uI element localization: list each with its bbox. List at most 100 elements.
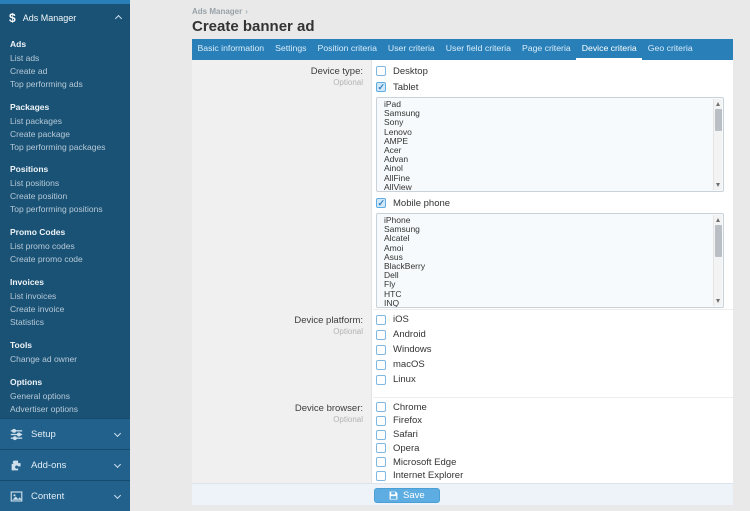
checkbox[interactable] (376, 66, 386, 76)
checkbox-option-windows[interactable]: Windows (376, 344, 727, 355)
checkbox[interactable] (376, 375, 386, 385)
sidebar-item-advertiser-options[interactable]: Advertiser options (0, 403, 130, 416)
tab-geo-criteria[interactable]: Geo criteria (642, 39, 698, 60)
sidebar-item-top-performing-packages[interactable]: Top performing packages (0, 141, 130, 154)
sidebar-nav: Ads List ads Create ad Top performing ad… (0, 31, 130, 428)
sidebar-bottom-label: Setup (31, 429, 115, 440)
list-item[interactable]: AllFine (384, 174, 709, 183)
sidebar-item-list-positions[interactable]: List positions (0, 177, 130, 190)
sidebar-item-top-performing-ads[interactable]: Top performing ads (0, 78, 130, 91)
checkbox[interactable] (376, 198, 386, 208)
list-item[interactable]: Lenovo (384, 128, 709, 137)
sidebar-header-ads-manager[interactable]: $ Ads Manager (0, 4, 130, 31)
list-item[interactable]: HTC (384, 290, 709, 299)
sidebar-item-create-invoice[interactable]: Create invoice (0, 303, 130, 316)
tab-page-criteria[interactable]: Page criteria (516, 39, 576, 60)
sidebar-item-general-options[interactable]: General options (0, 390, 130, 403)
sidebar-item-content[interactable]: Content (0, 480, 130, 511)
list-item[interactable]: Fly (384, 280, 709, 289)
list-item[interactable]: Dell (384, 271, 709, 280)
checkbox[interactable] (376, 345, 386, 355)
list-item[interactable]: AllView (384, 183, 709, 192)
sidebar-item-create-position[interactable]: Create position (0, 190, 130, 203)
sidebar-section-positions: Positions List positions Create position… (0, 162, 130, 216)
scroll-up-icon[interactable] (716, 102, 720, 106)
list-item[interactable]: Sony (384, 118, 709, 127)
save-button-label: Save (403, 490, 425, 501)
checkbox-option-ios[interactable]: iOS (376, 314, 727, 325)
scrollbar[interactable] (713, 215, 722, 306)
checkbox-option-chrome[interactable]: Chrome (376, 402, 727, 412)
checkbox[interactable] (376, 430, 386, 440)
scroll-down-icon[interactable] (716, 299, 720, 303)
breadcrumb-label[interactable]: Ads Manager (192, 7, 242, 16)
sidebar-item-change-ad-owner[interactable]: Change ad owner (0, 353, 130, 366)
checkbox[interactable] (376, 360, 386, 370)
sidebar-item-create-promo-code[interactable]: Create promo code (0, 253, 130, 266)
save-button[interactable]: Save (374, 488, 440, 503)
checkbox[interactable] (376, 443, 386, 453)
checkbox[interactable] (376, 471, 386, 481)
tablet-device-list[interactable]: iPad Samsung Sony Lenovo AMPE Acer Advan… (376, 97, 724, 192)
checkbox-option-firefox[interactable]: Firefox (376, 416, 727, 426)
sidebar-bottom-label: Add-ons (31, 460, 115, 471)
dollar-icon: $ (9, 11, 16, 25)
checkbox-option-internet-explorer[interactable]: Internet Explorer (376, 471, 727, 481)
scrollbar[interactable] (713, 99, 722, 190)
list-item[interactable]: Advan (384, 155, 709, 164)
list-item[interactable]: AMPE (384, 137, 709, 146)
sidebar-item-statistics[interactable]: Statistics (0, 316, 130, 329)
tab-device-criteria[interactable]: Device criteria (576, 39, 642, 60)
sidebar-item-top-performing-positions[interactable]: Top performing positions (0, 203, 130, 216)
sidebar-item-list-promo-codes[interactable]: List promo codes (0, 240, 130, 253)
list-item[interactable]: Acer (384, 146, 709, 155)
checkbox[interactable] (376, 402, 386, 412)
checkbox[interactable] (376, 315, 386, 325)
scrollbar-thumb[interactable] (715, 225, 722, 257)
breadcrumb[interactable]: Ads Manager› (192, 7, 248, 16)
checkbox[interactable] (376, 82, 386, 92)
sidebar-item-list-packages[interactable]: List packages (0, 115, 130, 128)
chevron-down-icon (114, 429, 121, 436)
list-item[interactable]: Samsung (384, 225, 709, 234)
checkbox-option-microsoft-edge[interactable]: Microsoft Edge (376, 457, 727, 467)
list-item[interactable]: iPad (384, 100, 709, 109)
list-item[interactable]: BlackBerry (384, 262, 709, 271)
list-item[interactable]: Amoi (384, 244, 709, 253)
list-item[interactable]: Samsung (384, 109, 709, 118)
sidebar-item-add-ons[interactable]: Add-ons (0, 449, 130, 480)
sidebar-item-create-ad[interactable]: Create ad (0, 65, 130, 78)
list-item[interactable]: Ainol (384, 164, 709, 173)
tab-user-field-criteria[interactable]: User field criteria (440, 39, 516, 60)
checkbox-label: Mobile phone (393, 198, 450, 209)
tab-basic-information[interactable]: Basic information (192, 39, 270, 60)
list-item[interactable]: Asus (384, 253, 709, 262)
sidebar-item-create-package[interactable]: Create package (0, 128, 130, 141)
mobile-device-list[interactable]: iPhone Samsung Alcatel Amoi Asus BlackBe… (376, 213, 724, 308)
tab-settings[interactable]: Settings (270, 39, 312, 60)
checkbox-option-safari[interactable]: Safari (376, 430, 727, 440)
list-item[interactable]: iPhone (384, 216, 709, 225)
checkbox[interactable] (376, 457, 386, 467)
list-items: iPad Samsung Sony Lenovo AMPE Acer Advan… (377, 98, 723, 192)
checkbox-option-opera[interactable]: Opera (376, 443, 727, 453)
checkbox[interactable] (376, 416, 386, 426)
checkbox-option-desktop[interactable]: Desktop (376, 65, 727, 77)
section-title: Packages (0, 100, 130, 115)
checkbox-option-android[interactable]: Android (376, 329, 727, 340)
sidebar-item-list-invoices[interactable]: List invoices (0, 290, 130, 303)
scrollbar-thumb[interactable] (715, 109, 722, 131)
checkbox-option-macos[interactable]: macOS (376, 359, 727, 370)
sidebar-item-list-ads[interactable]: List ads (0, 52, 130, 65)
checkbox-option-mobile-phone[interactable]: Mobile phone (376, 197, 727, 209)
scroll-down-icon[interactable] (716, 183, 720, 187)
checkbox[interactable] (376, 330, 386, 340)
scroll-up-icon[interactable] (716, 218, 720, 222)
checkbox-option-linux[interactable]: Linux (376, 374, 727, 385)
tab-position-criteria[interactable]: Position criteria (312, 39, 382, 60)
sidebar-item-setup[interactable]: Setup (0, 418, 130, 449)
checkbox-option-tablet[interactable]: Tablet (376, 81, 727, 93)
tab-user-criteria[interactable]: User criteria (382, 39, 440, 60)
list-item[interactable]: Alcatel (384, 234, 709, 243)
list-item[interactable]: INQ (384, 299, 709, 308)
